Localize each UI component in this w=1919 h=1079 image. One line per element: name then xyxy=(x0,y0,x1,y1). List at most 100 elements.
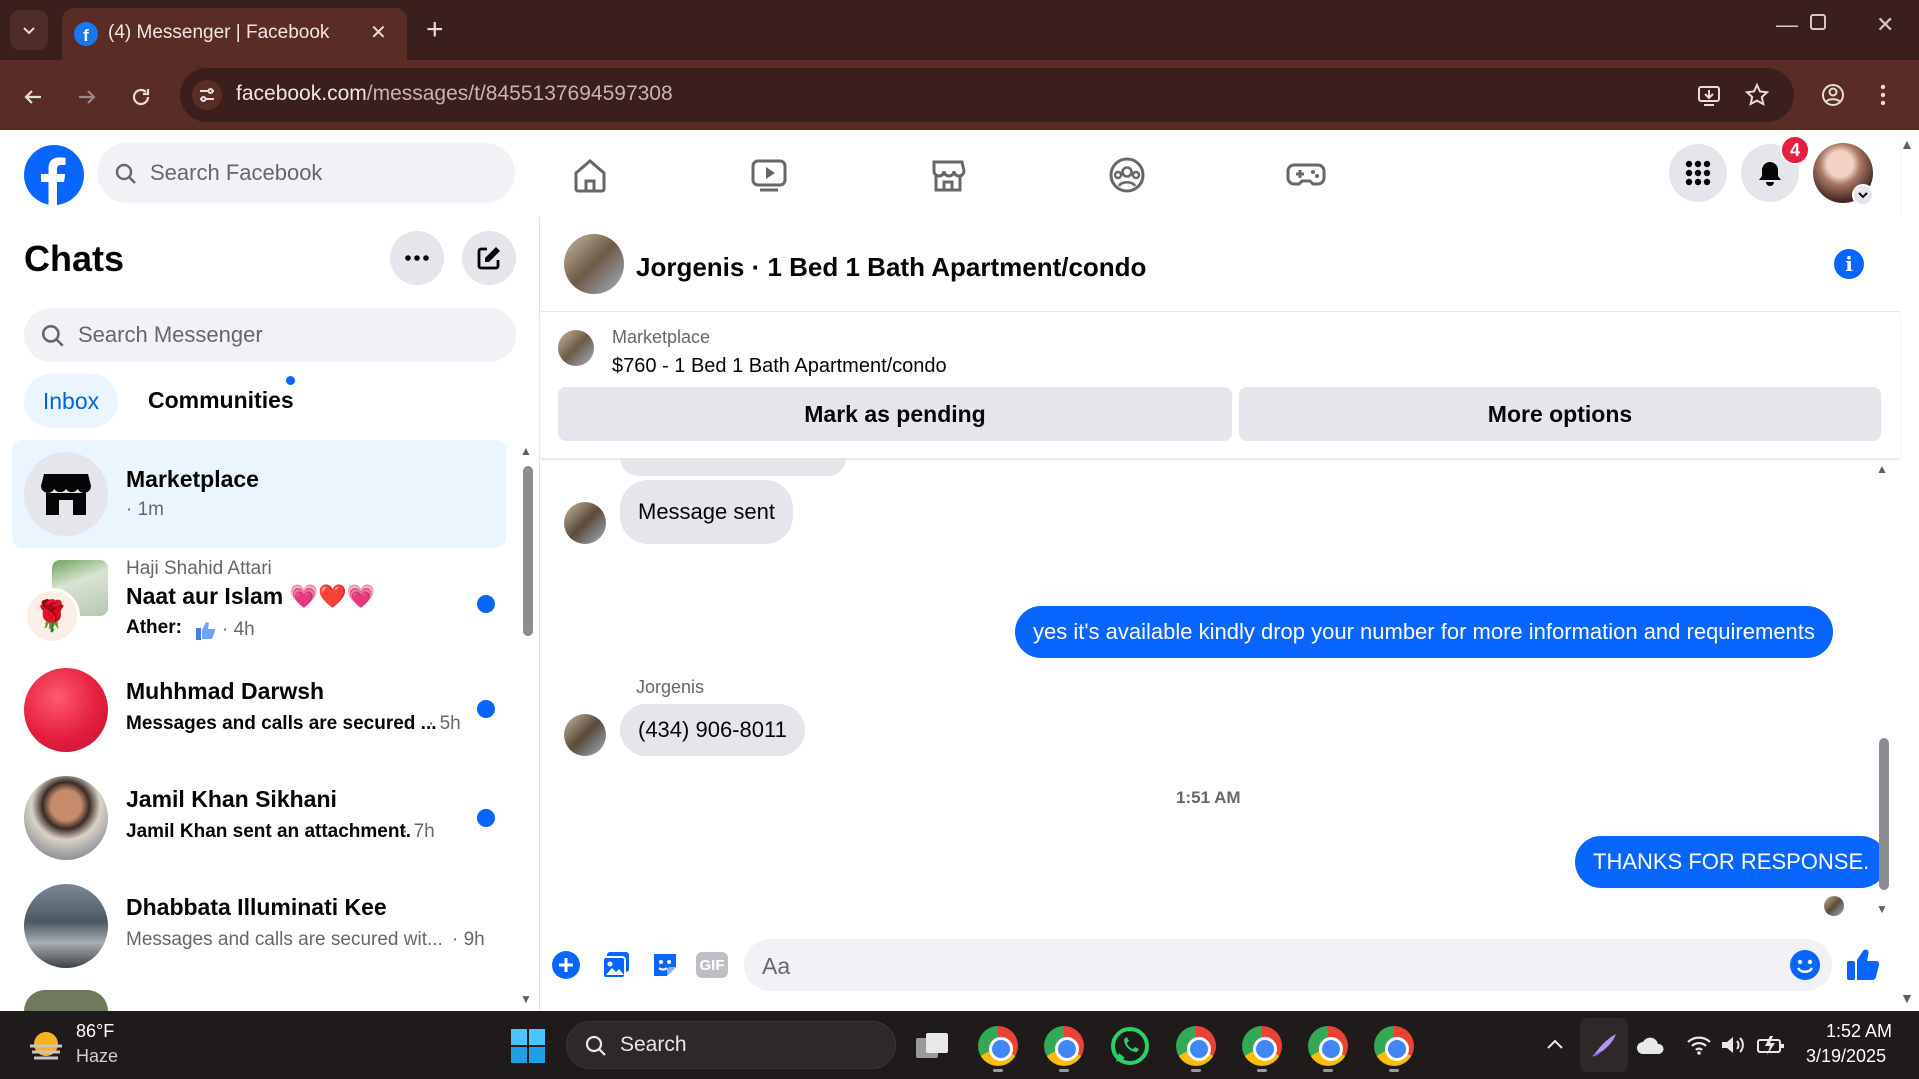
page-scroll-down-icon[interactable]: ▼ xyxy=(1900,990,1914,1006)
show-hidden-icons-chevron-icon[interactable] xyxy=(1544,1034,1566,1061)
tab-communities[interactable]: Communities xyxy=(148,387,294,414)
conversation-info-icon[interactable]: i xyxy=(1834,249,1864,279)
chat-name: Muhhmad Darwsh xyxy=(126,678,325,704)
conversation-avatar[interactable] xyxy=(564,234,624,294)
taskbar-search-box[interactable] xyxy=(566,1021,896,1069)
weather-description[interactable]: Haze xyxy=(76,1046,118,1067)
message-bubble-outgoing[interactable]: THANKS FOR RESPONSE. xyxy=(1575,836,1888,888)
menu-apps-button[interactable] xyxy=(1669,144,1727,202)
sticker-icon[interactable] xyxy=(650,950,680,985)
pen-menu-icon[interactable] xyxy=(1580,1018,1628,1072)
tab-search-dropdown-button[interactable] xyxy=(10,10,48,50)
send-like-thumbs-up-icon[interactable] xyxy=(1846,946,1880,987)
chats-scrollbar-thumb[interactable] xyxy=(523,466,533,636)
app-running-indicator xyxy=(1059,1069,1069,1072)
onedrive-cloud-icon[interactable] xyxy=(1636,1036,1666,1061)
more-options-button[interactable]: More options xyxy=(1239,387,1881,441)
facebook-f-icon xyxy=(41,157,66,205)
chrome-profile-app-icon[interactable] xyxy=(1242,1026,1282,1066)
task-view-icon[interactable] xyxy=(914,1030,952,1062)
chrome-profile-app-icon[interactable] xyxy=(1044,1026,1084,1066)
listing-source-label: Marketplace xyxy=(612,327,711,347)
thumbs-up-icon xyxy=(194,618,218,647)
new-message-button[interactable] xyxy=(462,231,516,285)
taskbar-clock-time[interactable]: 1:52 AM xyxy=(1822,1021,1892,1042)
reload-button[interactable] xyxy=(124,80,158,114)
conversation-title[interactable]: Jorgenis · 1 Bed 1 Bath Apartment/condo xyxy=(636,252,1146,283)
avatar-partial xyxy=(24,990,108,1011)
nav-groups[interactable] xyxy=(1104,152,1150,198)
chats-scroll-up-icon[interactable]: ▲ xyxy=(520,444,532,458)
windows-start-icon[interactable] xyxy=(510,1028,546,1064)
windows-taskbar xyxy=(0,1011,1919,1079)
conversation-scroll-down-icon[interactable]: ▼ xyxy=(1876,902,1888,916)
gif-icon[interactable]: GIF xyxy=(696,952,728,978)
communities-unread-dot xyxy=(286,376,295,385)
facebook-logo[interactable] xyxy=(24,145,84,205)
messenger-search-placeholder: Search Messenger xyxy=(78,322,263,347)
taskbar-clock-date[interactable]: 3/19/2025 xyxy=(1806,1046,1886,1067)
tab-inbox[interactable]: Inbox xyxy=(24,374,118,428)
close-tab-icon[interactable]: ✕ xyxy=(370,20,387,45)
battery-charging-icon[interactable] xyxy=(1756,1034,1786,1061)
weather-haze-icon[interactable] xyxy=(26,1026,66,1066)
url-host: facebook.com xyxy=(236,82,367,105)
listing-thumbnail[interactable] xyxy=(558,330,594,366)
close-window-button[interactable]: ✕ xyxy=(1876,12,1894,38)
weather-temperature[interactable]: 86°F xyxy=(76,1021,114,1042)
chat-name: Naat aur Islam 💗❤️💗 xyxy=(126,583,376,609)
marketplace-icon xyxy=(932,160,966,192)
message-input[interactable] xyxy=(744,939,1832,991)
taskbar-search-label: Search xyxy=(620,1033,687,1056)
minimize-window-button[interactable]: — xyxy=(1776,12,1798,38)
arrow-right-icon xyxy=(79,90,96,104)
bell-icon xyxy=(1759,162,1781,186)
browser-menu-button[interactable] xyxy=(1878,82,1888,113)
back-button[interactable] xyxy=(16,80,50,114)
chats-scroll-down-icon[interactable]: ▼ xyxy=(520,992,532,1006)
whatsapp-app-icon[interactable] xyxy=(1110,1026,1150,1066)
profile-button[interactable] xyxy=(1820,82,1846,113)
listing-title[interactable]: $760 - 1 Bed 1 Bath Apartment/condo xyxy=(612,355,947,378)
emoji-icon[interactable] xyxy=(1789,949,1821,986)
wifi-icon[interactable] xyxy=(1686,1034,1712,1061)
chrome-profile-app-icon[interactable] xyxy=(1374,1026,1414,1066)
sender-avatar[interactable] xyxy=(564,502,606,544)
nav-video[interactable] xyxy=(746,152,792,198)
conversation-scroll-up-icon[interactable]: ▲ xyxy=(1876,462,1888,476)
chats-options-button[interactable] xyxy=(390,231,444,285)
search-icon xyxy=(40,323,66,354)
chrome-profile-app-icon[interactable] xyxy=(1308,1026,1348,1066)
video-icon xyxy=(751,159,787,192)
new-tab-button[interactable]: + xyxy=(426,12,444,48)
app-running-indicator xyxy=(1191,1069,1201,1072)
chrome-profile-app-icon[interactable] xyxy=(1176,1026,1216,1066)
message-bubble-outgoing[interactable]: yes it's available kindly drop your numb… xyxy=(1015,606,1833,658)
restore-window-button[interactable] xyxy=(1810,14,1826,30)
nav-home[interactable] xyxy=(567,152,613,198)
site-info-button[interactable] xyxy=(192,80,222,110)
bookmark-button[interactable] xyxy=(1744,82,1770,113)
conversation-scrollbar-thumb[interactable] xyxy=(1879,738,1889,890)
url-text[interactable]: facebook.com/messages/t/8455137694597308 xyxy=(236,82,673,106)
attach-photo-icon[interactable] xyxy=(601,950,631,985)
chat-time: · 4h xyxy=(222,619,255,640)
chat-time: · 9h xyxy=(452,929,485,950)
account-chevron-icon[interactable] xyxy=(1852,184,1874,206)
browser-tab-active[interactable]: f (4) Messenger | Facebook ✕ xyxy=(62,8,407,60)
nav-gaming[interactable] xyxy=(1283,152,1329,198)
forward-button[interactable] xyxy=(70,80,104,114)
unread-dot xyxy=(477,809,495,827)
message-input-placeholder: Aa xyxy=(762,953,791,979)
message-bubble-incoming[interactable]: Message sent xyxy=(620,480,793,544)
nav-marketplace[interactable] xyxy=(925,152,971,198)
volume-icon[interactable] xyxy=(1720,1034,1746,1061)
message-bubble-incoming[interactable]: (434) 906-8011 xyxy=(620,704,805,756)
notification-count-badge: 4 xyxy=(1780,135,1810,165)
sender-avatar[interactable] xyxy=(564,714,606,756)
mark-as-pending-button[interactable]: Mark as pending xyxy=(558,387,1232,441)
page-scroll-up-icon[interactable]: ▲ xyxy=(1900,136,1914,152)
chrome-app-icon[interactable] xyxy=(978,1026,1018,1066)
more-actions-plus-icon[interactable] xyxy=(551,950,581,985)
install-app-button[interactable] xyxy=(1696,82,1722,113)
